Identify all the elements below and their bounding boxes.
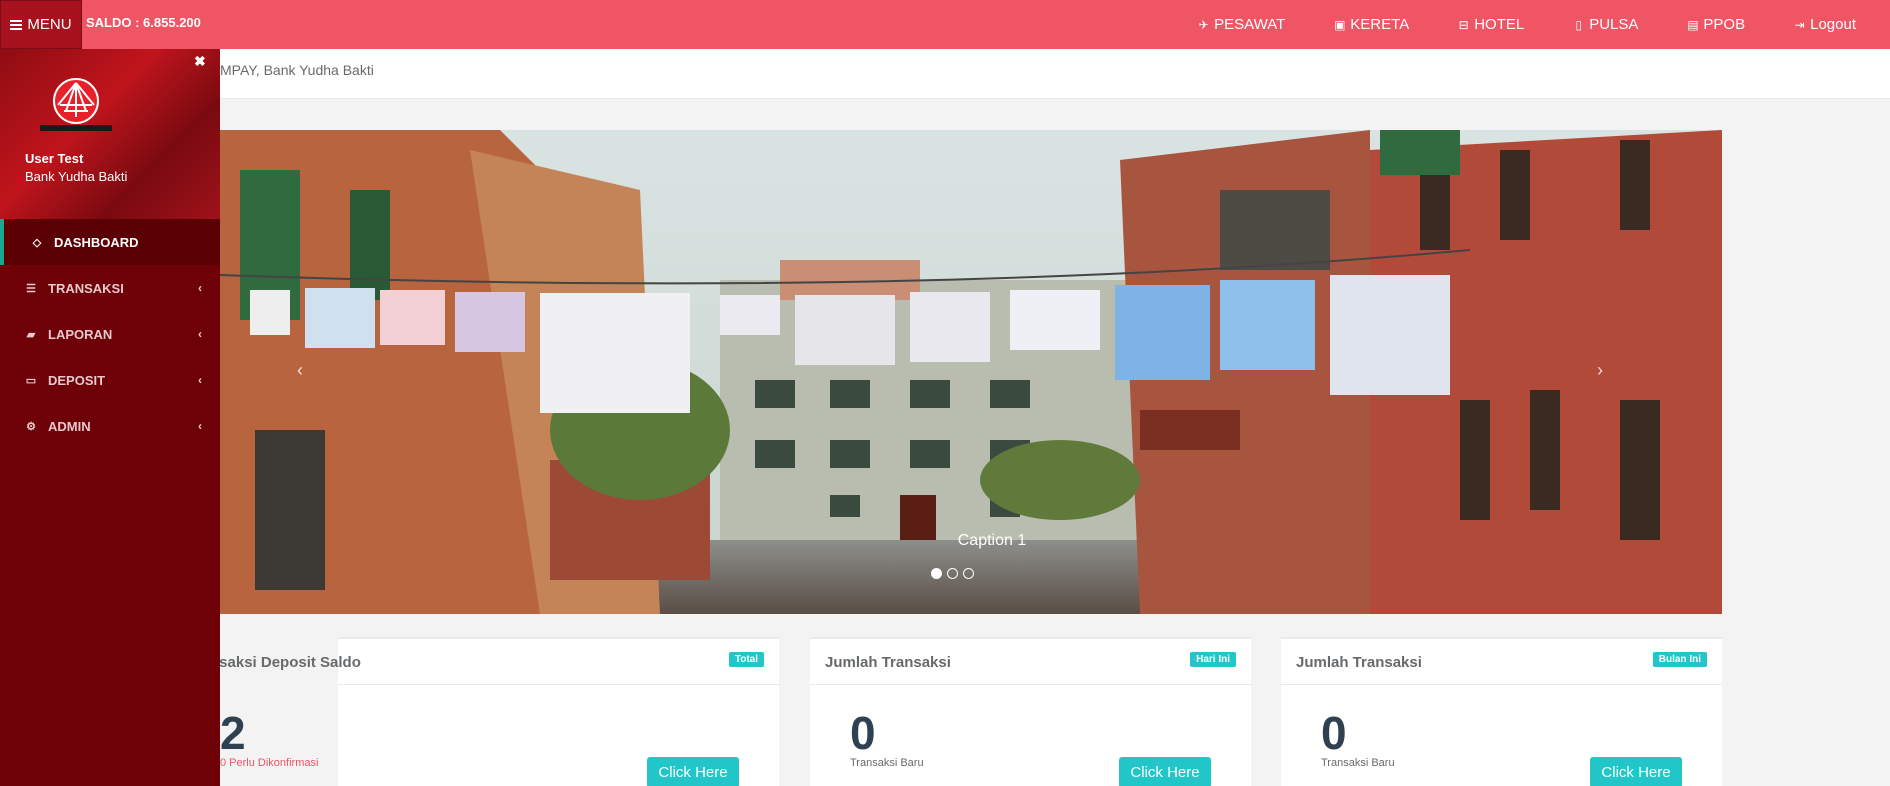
sidebar-item-transaksi[interactable]: ☰ TRANSAKSI ‹: [0, 265, 220, 311]
sidebar-profile: ✖ User Test Bank Yudha Bakti: [0, 49, 220, 219]
carousel-indicators: [931, 568, 974, 579]
sidebar: ✖ User Test Bank Yudha Bakti ◇ DASHBOARD…: [0, 49, 220, 786]
card-title: Jumlah Transaksi: [825, 654, 951, 671]
card-value: 0: [850, 707, 876, 759]
nav-ppob[interactable]: ▤ PPOB: [1686, 16, 1745, 33]
sidebar-item-label: ADMIN: [48, 418, 91, 434]
credit-card-icon: ▭: [25, 374, 37, 387]
carousel-next-button[interactable]: ›: [1597, 360, 1603, 381]
stat-card-deposit: nsaksi Deposit Saldo Total 2 0 Perlu Dik…: [210, 637, 779, 786]
document-icon: ▤: [1687, 17, 1699, 32]
card-value: 0: [1321, 707, 1347, 759]
nav-pulsa-label: PULSA: [1589, 16, 1639, 33]
page-header-text: MPAY, Bank Yudha Bakti: [220, 62, 374, 78]
nav-ppob-label: PPOB: [1703, 16, 1746, 33]
top-navbar: MENU SALDO : 6.855.200 ✈ PESAWAT ▣ KERET…: [0, 0, 1890, 49]
sidebar-item-laporan[interactable]: ▰ LAPORAN ‹: [0, 311, 220, 357]
stat-card-daily: Jumlah Transaksi Hari Ini 0 Transaksi Ba…: [810, 637, 1251, 786]
list-icon: ☰: [26, 282, 36, 295]
sidebar-item-label: DEPOSIT: [48, 372, 106, 388]
nav-pesawat[interactable]: ✈ PESAWAT: [1197, 16, 1286, 33]
sidebar-item-dashboard[interactable]: ◇ DASHBOARD: [0, 219, 220, 265]
card-header: Jumlah Transaksi Bulan Ini: [1281, 639, 1722, 685]
close-icon[interactable]: ✖: [194, 53, 206, 70]
menu-button[interactable]: MENU: [0, 0, 82, 49]
sidebar-item-label: DASHBOARD: [54, 234, 139, 250]
menu-label: MENU: [27, 16, 72, 33]
card-header: Jumlah Transaksi Hari Ini: [810, 639, 1251, 685]
carousel-indicator[interactable]: [947, 568, 958, 579]
card-subtext: Transaksi Baru: [1321, 757, 1395, 769]
nav-pesawat-label: PESAWAT: [1214, 16, 1286, 33]
card-value: 2: [220, 707, 246, 759]
carousel-caption: Caption 1: [957, 532, 1027, 549]
nav-hotel[interactable]: ⊟ HOTEL: [1457, 16, 1525, 33]
status-badge: Hari Ini: [1190, 652, 1236, 667]
sidebar-item-deposit[interactable]: ▭ DEPOSIT ‹: [0, 357, 220, 403]
nav-hotel-label: HOTEL: [1474, 16, 1525, 33]
train-icon: ▣: [1334, 17, 1346, 32]
status-badge: Bulan Ini: [1652, 652, 1707, 667]
bank-logo: [40, 78, 112, 131]
top-nav: ✈ PESAWAT ▣ KERETA ⊟ HOTEL ▯ PULSA ▤ PPO…: [1149, 0, 1856, 49]
carousel-indicator[interactable]: [931, 568, 942, 579]
nav-kereta-label: KERETA: [1350, 16, 1410, 33]
sidebar-item-admin[interactable]: ⚙ ADMIN ‹: [0, 403, 220, 449]
chevron-left-icon: ‹: [198, 373, 202, 387]
nav-pulsa[interactable]: ▯ PULSA: [1572, 16, 1638, 33]
plane-icon: ✈: [1198, 17, 1209, 32]
card-title: Jumlah Transaksi: [1296, 654, 1422, 671]
click-here-button[interactable]: Click Here: [1119, 757, 1211, 786]
hamburger-icon: [10, 19, 23, 30]
gear-icon: ⚙: [26, 420, 36, 433]
chevron-left-icon: ‹: [198, 281, 202, 295]
diamond-icon: ◇: [32, 236, 42, 249]
user-bank: Bank Yudha Bakti: [25, 169, 128, 184]
sidebar-item-label: LAPORAN: [48, 326, 113, 342]
bed-icon: ⊟: [1458, 17, 1469, 32]
sign-out-icon: ⇥: [1794, 17, 1805, 32]
user-name: User Test: [25, 151, 84, 166]
carousel-indicator[interactable]: [963, 568, 974, 579]
logout-label: Logout: [1810, 16, 1856, 33]
click-here-button[interactable]: Click Here: [647, 757, 739, 786]
chevron-left-icon: ‹: [198, 419, 202, 433]
book-icon: ▰: [26, 328, 36, 341]
card-title: nsaksi Deposit Saldo: [210, 654, 361, 671]
sidebar-item-label: TRANSAKSI: [48, 280, 124, 296]
mobile-icon: ▯: [1575, 17, 1583, 32]
status-badge: Total: [728, 652, 764, 667]
card-header: nsaksi Deposit Saldo Total: [210, 639, 779, 685]
click-here-button[interactable]: Click Here: [1590, 757, 1682, 786]
logout-link[interactable]: ⇥ Logout: [1793, 16, 1856, 33]
carousel-prev-button[interactable]: ‹: [297, 360, 303, 381]
chevron-left-icon: ‹: [198, 327, 202, 341]
card-subtext: Transaksi Baru: [850, 757, 924, 769]
card-subtext: 0 Perlu Dikonfirmasi: [220, 757, 319, 769]
stat-card-monthly: Jumlah Transaksi Bulan Ini 0 Transaksi B…: [1281, 637, 1722, 786]
nav-kereta[interactable]: ▣ KERETA: [1333, 16, 1409, 33]
balance-label: SALDO : 6.855.200: [86, 15, 201, 30]
